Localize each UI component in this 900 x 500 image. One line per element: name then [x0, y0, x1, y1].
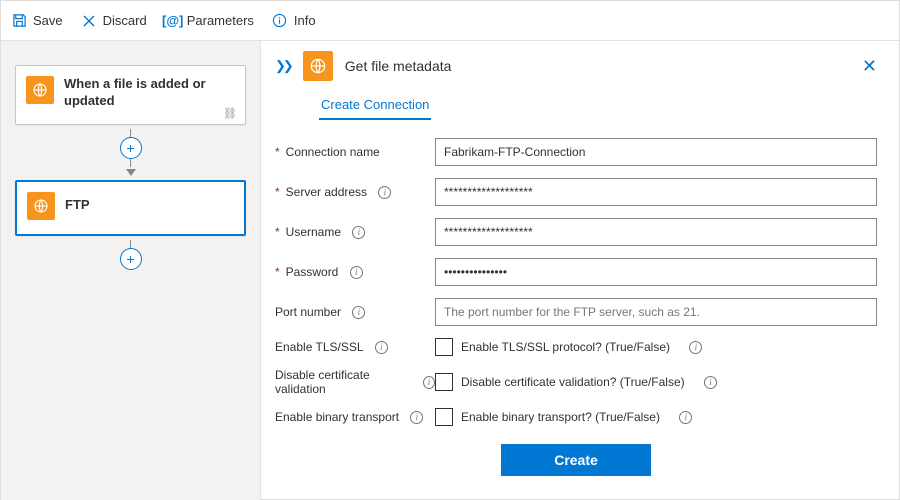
info-icon[interactable]: i — [423, 376, 435, 389]
panel-header: ❯❯ Get file metadata ✕ — [275, 51, 877, 81]
trigger-node[interactable]: When a file is added or updated ⛓ — [15, 65, 246, 125]
cert-check-label: Disable certificate validation? (True/Fa… — [461, 375, 685, 389]
connector-2: + — [15, 240, 246, 270]
password-input[interactable] — [435, 258, 877, 286]
info-icon[interactable]: i — [689, 341, 702, 354]
info-icon[interactable]: i — [375, 341, 388, 354]
info-icon[interactable]: i — [704, 376, 717, 389]
collapse-chevron-icon[interactable]: ❯❯ — [275, 58, 291, 74]
label-cert: Disable certificate validation i — [275, 368, 435, 396]
info-icon — [272, 13, 288, 29]
username-input[interactable] — [435, 218, 877, 246]
save-button[interactable]: Save — [11, 13, 63, 29]
discard-label: Discard — [103, 13, 147, 28]
tls-checkbox[interactable] — [435, 338, 453, 356]
info-icon[interactable]: i — [352, 306, 365, 319]
parameters-button[interactable]: [@] Parameters — [165, 13, 254, 29]
panel-title: Get file metadata — [345, 58, 452, 74]
ftp-trigger-icon — [26, 76, 54, 104]
info-icon[interactable]: i — [410, 411, 423, 424]
action-title: FTP — [65, 197, 90, 214]
trigger-title: When a file is added or updated — [64, 76, 235, 110]
info-icon[interactable]: i — [378, 186, 391, 199]
label-connection-name: *Connection name — [275, 145, 435, 159]
parameters-icon: [@] — [165, 13, 181, 29]
panel-ftp-icon — [303, 51, 333, 81]
label-port: Port number i — [275, 305, 435, 319]
main: When a file is added or updated ⛓ + FTP … — [1, 41, 899, 500]
create-button[interactable]: Create — [501, 444, 651, 476]
discard-button[interactable]: Discard — [81, 13, 147, 29]
save-label: Save — [33, 13, 63, 28]
connection-name-input[interactable] — [435, 138, 877, 166]
binary-checkbox[interactable] — [435, 408, 453, 426]
info-label: Info — [294, 13, 316, 28]
info-button[interactable]: Info — [272, 13, 316, 29]
cert-checkbox[interactable] — [435, 373, 453, 391]
designer-canvas: When a file is added or updated ⛓ + FTP … — [1, 41, 261, 500]
parameters-label: Parameters — [187, 13, 254, 28]
port-input[interactable] — [435, 298, 877, 326]
discard-icon — [81, 13, 97, 29]
details-panel: ❯❯ Get file metadata ✕ Create Connection… — [261, 41, 899, 500]
server-address-input[interactable] — [435, 178, 877, 206]
ftp-action-icon — [27, 192, 55, 220]
add-step-button-1[interactable]: + — [120, 137, 142, 159]
tls-check-label: Enable TLS/SSL protocol? (True/False) — [461, 340, 670, 354]
label-binary: Enable binary transport i — [275, 410, 435, 424]
info-icon[interactable]: i — [679, 411, 692, 424]
close-icon[interactable]: ✕ — [862, 56, 877, 77]
save-icon — [11, 13, 27, 29]
binary-check-label: Enable binary transport? (True/False) — [461, 410, 660, 424]
info-icon[interactable]: i — [352, 226, 365, 239]
connector: + — [15, 129, 246, 176]
toolbar: Save Discard [@] Parameters Info — [1, 1, 899, 41]
label-server-address: *Server address i — [275, 185, 435, 199]
add-step-button-2[interactable]: + — [120, 248, 142, 270]
action-node-ftp[interactable]: FTP — [15, 180, 246, 236]
info-icon[interactable]: i — [350, 266, 363, 279]
tab-create-connection[interactable]: Create Connection — [319, 91, 431, 120]
label-tls: Enable TLS/SSL i — [275, 340, 435, 354]
link-icon: ⛓ — [223, 107, 237, 120]
label-username: *Username i — [275, 225, 435, 239]
label-password: *Password i — [275, 265, 435, 279]
arrow-icon — [126, 169, 136, 176]
